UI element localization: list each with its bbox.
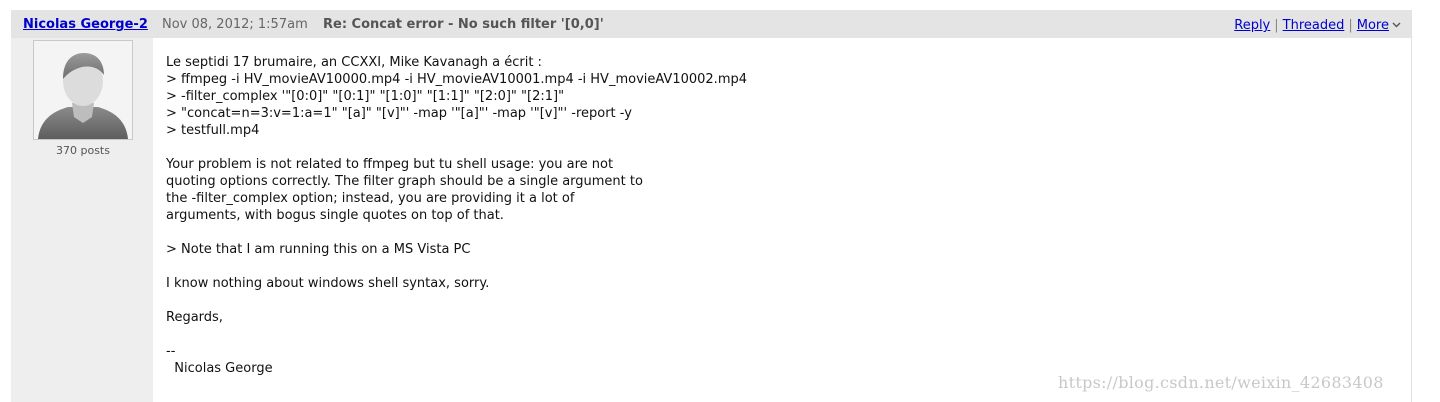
avatar[interactable] (33, 40, 133, 140)
message-line (166, 326, 747, 343)
message-body: Le septidi 17 brumaire, an CCXXI, Mike K… (153, 38, 1411, 402)
message-text: Le septidi 17 brumaire, an CCXXI, Mike K… (166, 54, 747, 377)
message-line: Le septidi 17 brumaire, an CCXXI, Mike K… (166, 55, 542, 70)
more-menu[interactable]: More (1357, 18, 1401, 33)
more-label: More (1356, 18, 1389, 33)
message-line: Your problem is not related to ffmpeg bu… (166, 157, 614, 172)
message-line: Nicolas George (166, 361, 273, 376)
message-line: Regards, (166, 310, 223, 325)
message-line: quoting options correctly. The filter gr… (166, 174, 643, 189)
message-line: the -filter_complex option; instead, you… (166, 191, 575, 206)
message-line (166, 139, 747, 156)
threaded-link[interactable]: Threaded (1283, 18, 1345, 33)
message-line (166, 224, 747, 241)
watermark: https://blog.csdn.net/weixin_42683408 (1058, 373, 1384, 392)
message-line: > "concat=n=3:v=1:a=1" "[a]" "[v]"' -map… (166, 106, 632, 121)
message-line: arguments, with bogus single quotes on t… (166, 208, 504, 223)
message-line: -- (166, 344, 176, 359)
reply-link[interactable]: Reply (1234, 18, 1270, 33)
message-line: I know nothing about windows shell synta… (166, 276, 490, 291)
message-line: > Note that I am running this on a MS Vi… (166, 242, 471, 257)
post-count: 370 posts (56, 144, 110, 157)
message-line: > -filter_complex '"[0:0]" "[0:1]" "[1:0… (166, 89, 565, 104)
message-line: > testfull.mp4 (166, 123, 260, 138)
post-actions: Reply | Threaded | More (1234, 17, 1401, 33)
post-header: Nicolas George-2 Nov 08, 2012; 1:57am Re… (11, 10, 1411, 38)
action-separator: | (1348, 18, 1353, 33)
author-link[interactable]: Nicolas George-2 (23, 17, 148, 32)
action-separator: | (1274, 18, 1279, 33)
user-silhouette-icon (34, 41, 132, 139)
chevron-down-icon (1392, 17, 1401, 32)
post-date: Nov 08, 2012; 1:57am (162, 17, 308, 32)
post-subject: Re: Concat error - No such filter '[0,0]… (323, 17, 604, 32)
message-line (166, 292, 747, 309)
message-line (166, 258, 747, 275)
message-line: > ffmpeg -i HV_movieAV10000.mp4 -i HV_mo… (166, 72, 748, 87)
forum-post: Nicolas George-2 Nov 08, 2012; 1:57am Re… (11, 10, 1411, 402)
scroll-gutter (1411, 10, 1425, 402)
